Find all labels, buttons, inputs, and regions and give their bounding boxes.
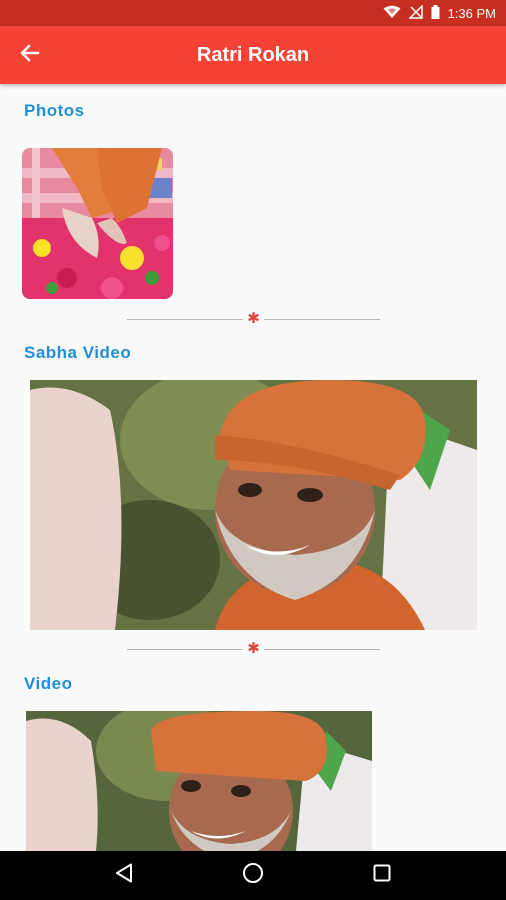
status-bar: 1:36 PM xyxy=(0,0,506,26)
section-divider: ✱ xyxy=(127,310,381,327)
status-time: 1:36 PM xyxy=(447,5,496,21)
app-bar: Ratri Rokan xyxy=(0,26,506,84)
wifi-icon xyxy=(383,5,401,22)
sabha-video-thumbnail[interactable] xyxy=(30,380,477,630)
nav-home-button[interactable] xyxy=(233,856,273,896)
star-icon: ✱ xyxy=(247,640,260,657)
arrow-left-icon xyxy=(20,43,40,68)
page-title: Ratri Rokan xyxy=(196,43,310,66)
section-title-photos: Photos xyxy=(24,101,85,120)
nav-back-button[interactable] xyxy=(104,856,144,896)
section-title-sabha-video: Sabha Video xyxy=(24,343,132,362)
back-button[interactable] xyxy=(0,26,60,84)
triangle-back-icon xyxy=(115,863,133,888)
nav-recents-button[interactable] xyxy=(362,856,402,896)
signal-icon xyxy=(407,3,423,22)
battery-icon xyxy=(431,4,440,22)
video-thumbnail[interactable] xyxy=(26,711,372,851)
photo-thumbnail[interactable] xyxy=(22,148,173,299)
navigation-bar xyxy=(0,851,506,900)
square-recents-icon xyxy=(373,864,391,887)
section-title-video: Video xyxy=(24,674,73,693)
section-divider: ✱ xyxy=(127,640,381,657)
circle-home-icon xyxy=(242,862,264,889)
star-icon: ✱ xyxy=(247,310,260,327)
